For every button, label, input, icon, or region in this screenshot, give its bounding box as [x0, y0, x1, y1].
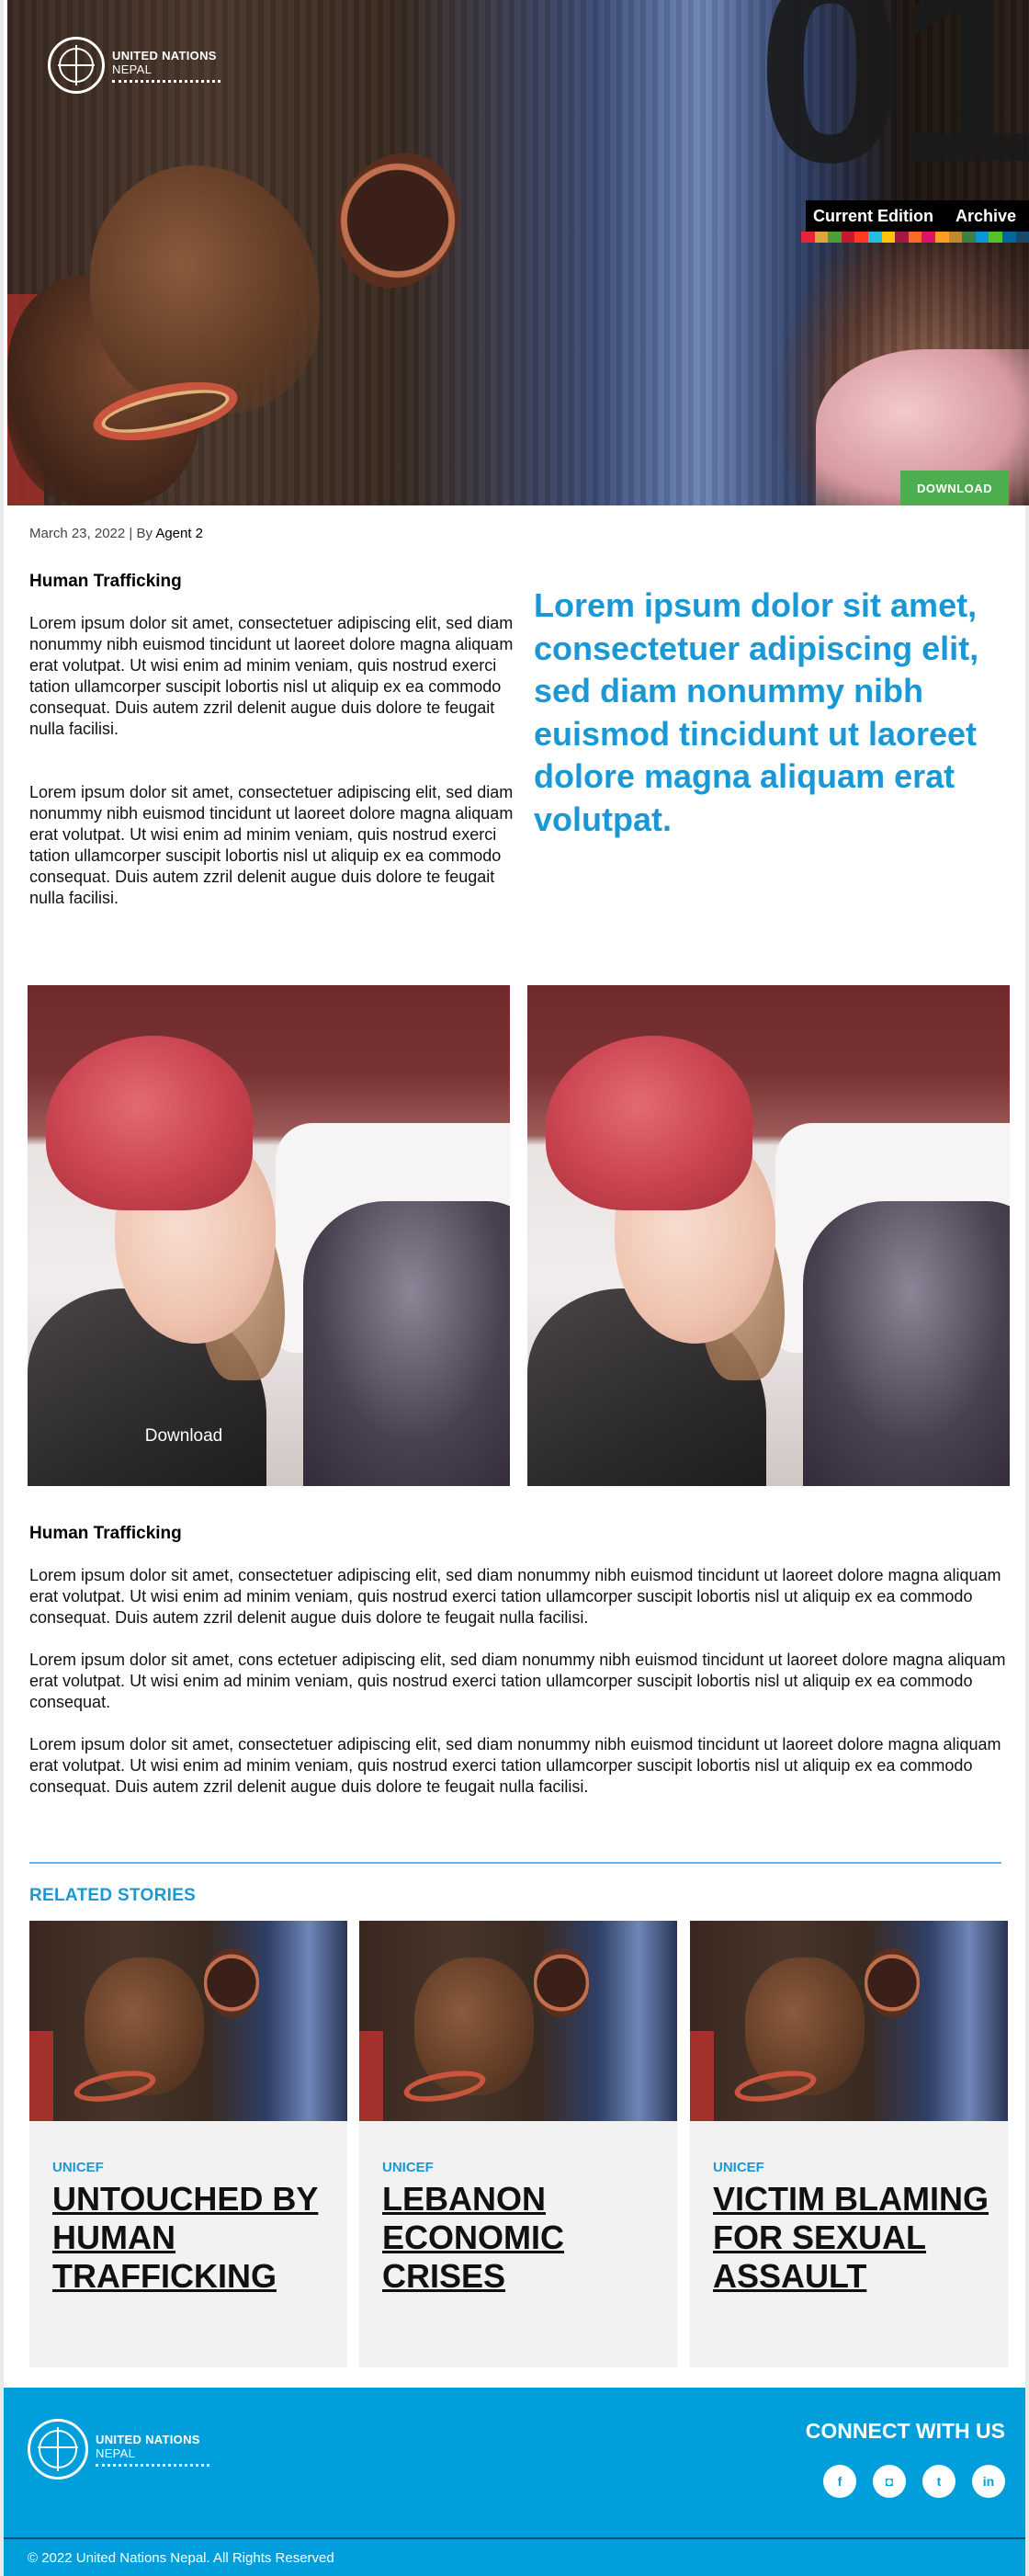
logo-line-2: NEPAL [96, 2445, 136, 2460]
related-story-card[interactable]: UNICEF UNTOUCHED BY HUMAN TRAFFICKING [29, 1921, 347, 2367]
sdg-color-swatch [801, 232, 815, 243]
un-emblem-icon [48, 37, 105, 94]
story-tag: UNICEF [713, 2160, 764, 2175]
thumb-bangle [401, 2065, 488, 2107]
sdg-color-swatch [841, 232, 855, 243]
related-stories-title: RELATED STORIES [29, 1886, 197, 1905]
story-headline-link[interactable]: LEBANON ECONOMIC CRISES [382, 2180, 658, 2296]
sdg-color-swatch [1015, 232, 1029, 243]
sdg-color-swatch [867, 232, 882, 243]
section-title: Human Trafficking [29, 572, 182, 591]
social-links: f ◘ t in [823, 2465, 1005, 2498]
sdg-color-swatch [922, 232, 935, 243]
page: UNITED NATIONS NEPAL 01 Current Edition … [0, 0, 1029, 2576]
photo-seat [803, 1201, 1010, 1486]
linkedin-icon[interactable]: in [972, 2465, 1005, 2498]
section-divider [29, 1862, 1001, 1864]
logo-dotted-rule [96, 2463, 209, 2467]
section-title: Human Trafficking [29, 1524, 182, 1543]
nav-current-edition[interactable]: Current Edition [813, 207, 933, 226]
story-thumbnail[interactable] [359, 1921, 677, 2121]
edition-number: 01 [756, 0, 1029, 218]
related-story-card[interactable]: UNICEF LEBANON ECONOMIC CRISES [359, 1921, 677, 2367]
sdg-color-swatch [814, 232, 829, 243]
story-thumbnail[interactable] [690, 1921, 1008, 2121]
photo-hat [46, 1036, 253, 1210]
hero-banner: UNITED NATIONS NEPAL 01 Current Edition … [7, 0, 1029, 505]
footer: UNITED NATIONS NEPAL CONNECT WITH US f ◘… [4, 2388, 1025, 2576]
sdg-color-swatch [854, 232, 868, 243]
sdg-color-swatch [989, 232, 1002, 243]
twitter-icon[interactable]: t [922, 2465, 956, 2498]
thumb-fabric [359, 2031, 383, 2121]
edition-nav: Current Edition Archive [805, 200, 1029, 232]
thumb-fabric [29, 2031, 53, 2121]
sdg-color-swatch [1001, 232, 1016, 243]
connect-heading: CONNECT WITH US [805, 2419, 1005, 2443]
story-tag: UNICEF [52, 2160, 104, 2175]
article-paragraph: Lorem ipsum dolor sit amet, consectetuer… [29, 1566, 1001, 1627]
article-photo[interactable] [527, 985, 1010, 1486]
sdg-color-swatch [975, 232, 989, 243]
meta-separator: | By [125, 526, 156, 541]
facebook-icon[interactable]: f [823, 2465, 856, 2498]
sdg-color-strip [801, 232, 1029, 243]
pull-quote: Lorem ipsum dolor sit amet, consectetuer… [534, 586, 979, 838]
footer-un-nepal-logo[interactable]: UNITED NATIONS NEPAL [28, 2419, 209, 2480]
logo-line-2: NEPAL [112, 62, 153, 76]
photo-hat [546, 1036, 752, 1210]
story-thumbnail[interactable] [29, 1921, 347, 2121]
logo-line-1: UNITED NATIONS [96, 2432, 200, 2446]
sdg-color-swatch [908, 232, 922, 243]
sdg-color-swatch [934, 232, 949, 243]
logo-line-1: UNITED NATIONS [112, 48, 217, 62]
article-photo[interactable]: Download [28, 985, 510, 1486]
article-paragraph: Lorem ipsum dolor sit amet, consectetuer… [29, 1735, 1001, 1796]
thumb-bangle [72, 2065, 158, 2107]
sdg-color-swatch [962, 232, 976, 243]
story-headline-link[interactable]: UNTOUCHED BY HUMAN TRAFFICKING [52, 2180, 328, 2296]
thumb-bangle [732, 2065, 819, 2107]
photo-download-link[interactable]: Download [28, 1426, 340, 1447]
nav-archive[interactable]: Archive [956, 207, 1016, 226]
thumb-mirror [865, 1948, 920, 2017]
article-paragraph: Lorem ipsum dolor sit amet, consectetuer… [29, 614, 514, 738]
logo-text: UNITED NATIONS NEPAL [112, 49, 220, 83]
un-nepal-logo[interactable]: UNITED NATIONS NEPAL [48, 37, 220, 94]
related-story-card[interactable]: UNICEF VICTIM BLAMING FOR SEXUAL ASSAULT [690, 1921, 1008, 2367]
logo-text: UNITED NATIONS NEPAL [96, 2433, 209, 2467]
article-paragraph: Lorem ipsum dolor sit amet, cons ectetue… [29, 1651, 1006, 1711]
article-paragraph: Lorem ipsum dolor sit amet, consectetuer… [29, 783, 514, 907]
instagram-icon[interactable]: ◘ [873, 2465, 906, 2498]
thumb-mirror [204, 1948, 259, 2017]
story-headline-link[interactable]: VICTIM BLAMING FOR SEXUAL ASSAULT [713, 2180, 989, 2296]
article-date: March 23, 2022 [29, 526, 126, 541]
sdg-color-swatch [828, 232, 842, 243]
thumb-mirror [534, 1948, 589, 2017]
thumb-fabric [690, 2031, 714, 2121]
logo-dotted-rule [112, 79, 220, 83]
sdg-color-swatch [948, 232, 963, 243]
sdg-color-swatch [881, 232, 896, 243]
un-emblem-icon [28, 2419, 88, 2480]
sdg-color-swatch [895, 232, 909, 243]
copyright: © 2022 United Nations Nepal. All Rights … [4, 2537, 1025, 2576]
article-author[interactable]: Agent 2 [155, 526, 203, 541]
story-tag: UNICEF [382, 2160, 434, 2175]
article-meta: March 23, 2022 | By Agent 2 [29, 526, 203, 541]
download-button[interactable]: DOWNLOAD [900, 471, 1009, 505]
